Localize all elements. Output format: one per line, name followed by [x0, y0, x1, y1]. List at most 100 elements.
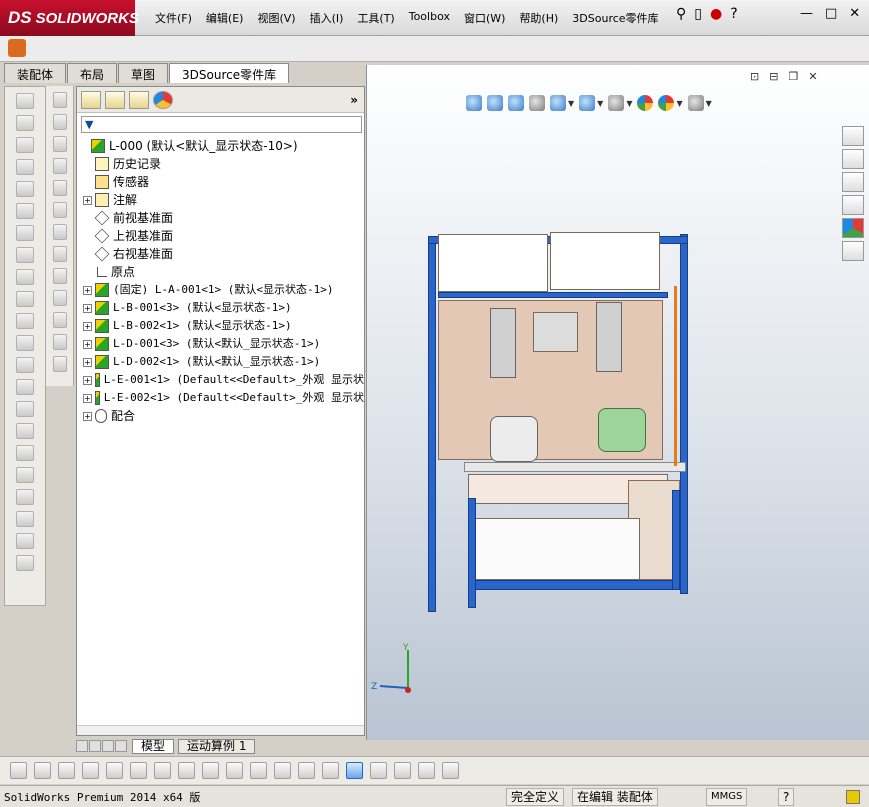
design-library-icon[interactable]	[842, 149, 864, 169]
smart-mate-icon[interactable]	[442, 762, 459, 779]
menu-item-2[interactable]: 视图(V)	[250, 8, 302, 28]
apply-scene-icon[interactable]	[658, 95, 675, 111]
command-tool-icon[interactable]	[52, 136, 67, 152]
display-style-icon[interactable]	[579, 95, 596, 111]
command-tool-icon[interactable]	[16, 247, 34, 263]
command-tool-icon[interactable]	[16, 423, 34, 439]
menu-item-0[interactable]: 文件(F)	[148, 8, 199, 28]
expand-toggle-icon[interactable]: +	[83, 393, 92, 403]
cube-icon[interactable]	[298, 762, 315, 779]
edit-appearance-icon[interactable]	[637, 95, 654, 111]
menu-item-6[interactable]: 窗口(W)	[457, 8, 512, 28]
file-explorer-icon[interactable]	[842, 172, 864, 192]
command-tool-icon[interactable]	[52, 334, 67, 350]
command-tab-0[interactable]: 装配体	[4, 63, 67, 83]
command-tool-icon[interactable]	[16, 401, 34, 417]
command-tool-icon[interactable]	[52, 202, 67, 218]
chevron-down-icon[interactable]: ▼	[676, 99, 682, 108]
status-help-icon[interactable]: ?	[778, 788, 795, 806]
chevron-down-icon[interactable]: ▼	[568, 99, 574, 108]
expand-panel-icon[interactable]: »	[350, 93, 358, 107]
command-tool-icon[interactable]	[52, 224, 67, 240]
previous-view-icon[interactable]	[508, 95, 524, 111]
command-tool-icon[interactable]	[16, 115, 34, 131]
dimension-icon[interactable]	[250, 762, 267, 779]
tree-node[interactable]: + 注解	[77, 191, 364, 209]
appearances-icon[interactable]	[842, 218, 864, 238]
tree-node[interactable]: + 配合	[77, 407, 364, 425]
tree-node[interactable]: + L-D-002<1> (默认<默认_显示状态-1>)	[77, 353, 364, 371]
zoom-to-area-icon[interactable]	[487, 95, 503, 111]
command-tool-icon[interactable]	[16, 313, 34, 329]
menu-item-8[interactable]: 3DSource零件库	[565, 8, 665, 28]
command-tool-icon[interactable]	[16, 489, 34, 505]
expand-toggle-icon[interactable]: +	[83, 357, 92, 367]
property-manager-icon[interactable]	[105, 90, 125, 109]
section-view-icon[interactable]	[529, 95, 545, 111]
view-orientation-icon[interactable]	[550, 95, 566, 111]
command-tab-2[interactable]: 草图	[118, 63, 169, 83]
expand-toggle-icon[interactable]: +	[83, 285, 92, 295]
spline-icon[interactable]	[226, 762, 243, 779]
command-tool-icon[interactable]	[52, 312, 67, 328]
menu-item-4[interactable]: 工具(T)	[350, 8, 401, 28]
command-tool-icon[interactable]	[16, 203, 34, 219]
restore-view-icon[interactable]: ❐	[788, 70, 798, 83]
command-tool-icon[interactable]	[52, 114, 67, 130]
view-palette-icon[interactable]	[842, 195, 864, 215]
tree-filter-input[interactable]: ▼	[81, 116, 362, 133]
relation-icon[interactable]	[274, 762, 291, 779]
command-tab-3[interactable]: 3DSource零件库	[169, 63, 290, 83]
tree-node[interactable]: + L-D-001<3> (默认<默认_显示状态-1>)	[77, 335, 364, 353]
chevron-down-icon[interactable]: ▼	[706, 99, 712, 108]
home-icon[interactable]	[842, 126, 864, 146]
tree-node[interactable]: + (固定) L-A-001<1> (默认<显示状态-1>)	[77, 281, 364, 299]
rebuild-light-icon[interactable]	[418, 762, 435, 779]
expand-toggle-icon[interactable]: +	[83, 411, 92, 421]
line-icon[interactable]	[58, 762, 75, 779]
command-tool-icon[interactable]	[16, 379, 34, 395]
solidworks-logo[interactable]: DS SOLIDWORKS	[0, 0, 139, 36]
tree-node[interactable]: 上视基准面	[77, 227, 364, 245]
command-tool-icon[interactable]	[52, 158, 67, 174]
configuration-manager-icon[interactable]	[129, 90, 149, 109]
units-selector[interactable]: MMGS	[706, 788, 748, 806]
tree-node[interactable]: 右视基准面	[77, 245, 364, 263]
command-tool-icon[interactable]	[16, 159, 34, 175]
command-tool-icon[interactable]	[16, 93, 34, 109]
command-tool-icon[interactable]	[52, 290, 67, 306]
command-tool-icon[interactable]	[16, 269, 34, 285]
tile-view-icon[interactable]: ⊟	[769, 70, 778, 83]
command-tool-icon[interactable]	[16, 357, 34, 373]
command-tool-icon[interactable]	[16, 137, 34, 153]
expand-toggle-icon[interactable]: +	[83, 339, 92, 349]
tree-node[interactable]: 前视基准面	[77, 209, 364, 227]
split-view-icon[interactable]: ⊡	[750, 70, 759, 83]
minimize-icon[interactable]: —	[800, 6, 813, 21]
model-tab-0[interactable]: 模型	[132, 738, 175, 754]
tree-node[interactable]: L-000 (默认<默认_显示状态-10>)	[77, 137, 364, 155]
command-tool-icon[interactable]	[16, 533, 34, 549]
menu-item-5[interactable]: Toolbox	[402, 8, 457, 28]
menu-item-7[interactable]: 帮助(H)	[512, 8, 565, 28]
new-document-icon[interactable]: ▯	[694, 6, 702, 22]
command-tool-icon[interactable]	[16, 511, 34, 527]
chevron-down-icon[interactable]: ▼	[626, 99, 632, 108]
circle-icon[interactable]	[34, 762, 51, 779]
expand-toggle-icon[interactable]: +	[83, 303, 92, 313]
tree-node[interactable]: + L-E-001<1> (Default<<Default>_外观 显示状	[77, 371, 364, 389]
command-tool-icon[interactable]	[16, 181, 34, 197]
model-tab-1[interactable]: 运动算例 1	[178, 738, 256, 754]
command-tool-icon[interactable]	[16, 291, 34, 307]
close-view-icon[interactable]: ✕	[808, 70, 817, 83]
rebuild-status-icon[interactable]	[846, 790, 860, 804]
trim-icon[interactable]	[106, 762, 123, 779]
menu-item-1[interactable]: 编辑(E)	[199, 8, 251, 28]
feature-manager-icon[interactable]	[81, 90, 101, 109]
command-tool-icon[interactable]	[52, 268, 67, 284]
rebuild-icon[interactable]: ●	[710, 6, 722, 22]
zoom-to-fit-icon[interactable]	[466, 95, 482, 111]
expand-toggle-icon[interactable]: +	[83, 375, 92, 385]
hide-show-items-icon[interactable]	[608, 95, 625, 111]
maximize-icon[interactable]: □	[825, 6, 837, 21]
